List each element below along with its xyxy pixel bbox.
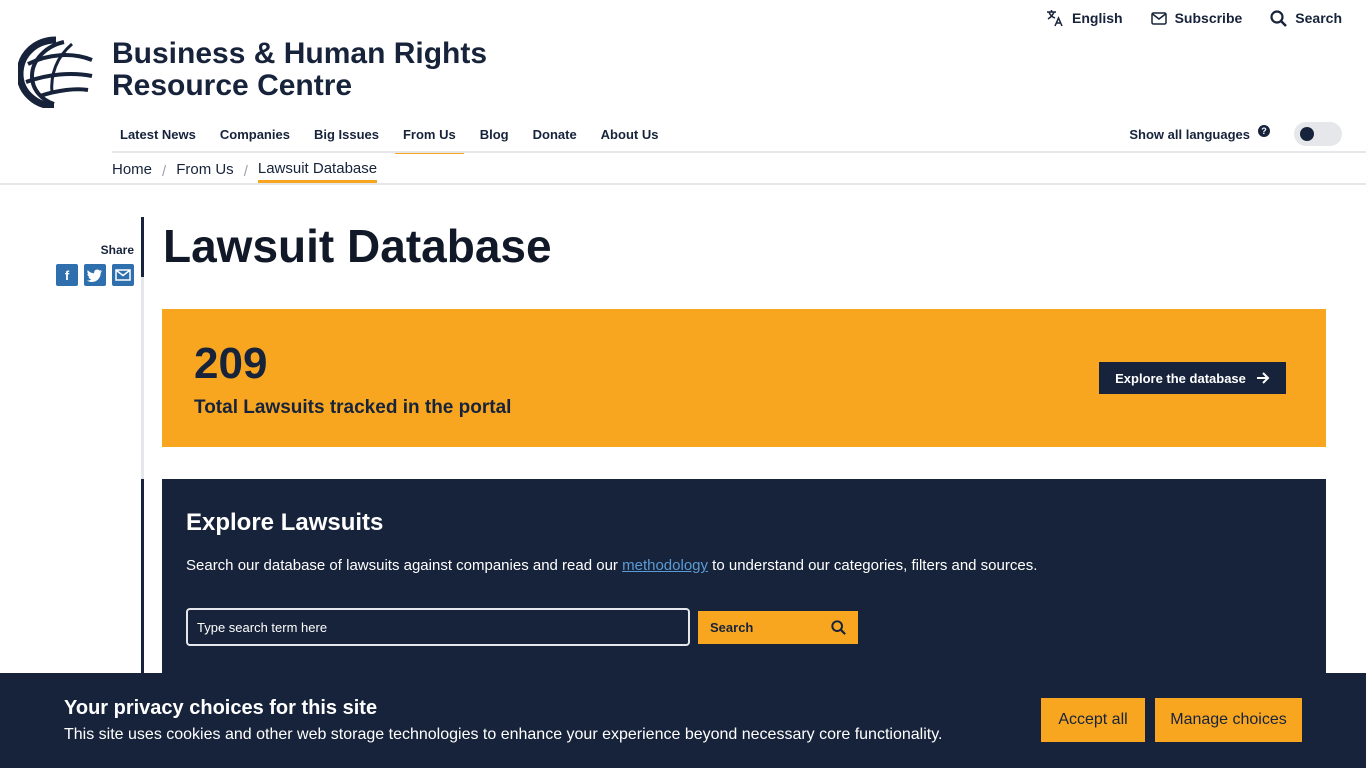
toggle-knob bbox=[1300, 127, 1314, 141]
show-languages-toggle[interactable] bbox=[1294, 122, 1342, 146]
breadcrumb-divider bbox=[0, 183, 1366, 185]
breadcrumb: Home / From Us / Lawsuit Database bbox=[112, 158, 378, 184]
twitter-icon[interactable] bbox=[84, 264, 106, 286]
site-name-line2: Resource Centre bbox=[112, 69, 353, 102]
nav-divider bbox=[112, 151, 1366, 153]
show-languages-control: Show all languages ? bbox=[1129, 122, 1342, 146]
lawsuit-search-button[interactable]: Search bbox=[698, 611, 858, 644]
explore-heading: Explore Lawsuits bbox=[186, 509, 384, 536]
site-logo[interactable]: Business & Human Rights Resource Centre bbox=[18, 36, 487, 108]
subscribe-link[interactable]: Subscribe bbox=[1150, 10, 1243, 26]
search-label: Search bbox=[1295, 10, 1342, 26]
nav-companies[interactable]: Companies bbox=[212, 116, 298, 152]
nav-blog[interactable]: Blog bbox=[472, 116, 517, 152]
methodology-link[interactable]: methodology bbox=[622, 557, 708, 574]
nav-about-us[interactable]: About Us bbox=[593, 116, 667, 152]
explore-database-button[interactable]: Explore the database bbox=[1099, 362, 1286, 394]
search-link[interactable]: Search bbox=[1270, 9, 1342, 27]
explore-desc-before: Search our database of lawsuits against … bbox=[186, 557, 623, 574]
subscribe-label: Subscribe bbox=[1174, 10, 1243, 26]
site-name-line1: Business & Human Rights bbox=[112, 37, 488, 70]
lawsuit-count: 209 bbox=[194, 339, 268, 388]
help-icon[interactable]: ? bbox=[1258, 125, 1270, 137]
stats-banner: 209 Total Lawsuits tracked in the portal… bbox=[162, 309, 1326, 447]
search-icon bbox=[831, 620, 846, 635]
email-share-icon[interactable] bbox=[112, 264, 134, 286]
accept-all-button[interactable]: Accept all bbox=[1041, 698, 1145, 742]
breadcrumb-current: Lawsuit Database bbox=[257, 160, 378, 183]
facebook-icon[interactable]: f bbox=[56, 264, 78, 286]
language-label: English bbox=[1072, 10, 1123, 26]
site-name: Business & Human Rights Resource Centre bbox=[112, 38, 487, 102]
explore-database-label: Explore the database bbox=[1115, 370, 1246, 386]
share-label: Share bbox=[100, 243, 134, 257]
lawsuit-search-input[interactable] bbox=[186, 608, 690, 646]
left-divider-bar bbox=[141, 277, 144, 479]
cookie-banner: Your privacy choices for this site This … bbox=[0, 673, 1366, 768]
left-accent-bar-lower bbox=[141, 479, 144, 673]
arrow-right-icon bbox=[1256, 372, 1270, 384]
breadcrumb-from-us[interactable]: From Us bbox=[176, 161, 234, 181]
share-icons: f bbox=[56, 264, 134, 286]
cookie-title: Your privacy choices for this site bbox=[64, 697, 378, 719]
breadcrumb-separator: / bbox=[162, 162, 167, 180]
page-title: Lawsuit Database bbox=[163, 220, 552, 272]
share-panel: Share f bbox=[56, 243, 134, 286]
nav-big-issues[interactable]: Big Issues bbox=[306, 116, 387, 152]
utility-bar: English Subscribe Search bbox=[1046, 9, 1342, 27]
main-nav: Latest News Companies Big Issues From Us… bbox=[112, 116, 674, 154]
nav-from-us[interactable]: From Us bbox=[394, 116, 464, 154]
mail-icon bbox=[1150, 11, 1167, 25]
search-button-label: Search bbox=[710, 620, 754, 635]
cookie-text: This site uses cookies and other web sto… bbox=[64, 726, 943, 743]
nav-donate[interactable]: Donate bbox=[525, 116, 585, 152]
language-selector[interactable]: English bbox=[1046, 9, 1123, 27]
breadcrumb-separator: / bbox=[243, 162, 248, 180]
explore-description: Search our database of lawsuits against … bbox=[186, 557, 1037, 574]
explore-desc-after: to understand our categories, filters an… bbox=[708, 557, 1038, 574]
manage-choices-button[interactable]: Manage choices bbox=[1155, 698, 1302, 742]
globe-logo-icon bbox=[18, 36, 93, 108]
search-icon bbox=[1270, 9, 1288, 27]
nav-latest-news[interactable]: Latest News bbox=[112, 116, 204, 152]
translate-icon bbox=[1047, 10, 1063, 27]
breadcrumb-home[interactable]: Home bbox=[112, 161, 152, 181]
left-accent-bar bbox=[141, 217, 144, 277]
show-languages-label: Show all languages bbox=[1129, 126, 1250, 142]
lawsuit-count-label: Total Lawsuits tracked in the portal bbox=[194, 397, 512, 418]
